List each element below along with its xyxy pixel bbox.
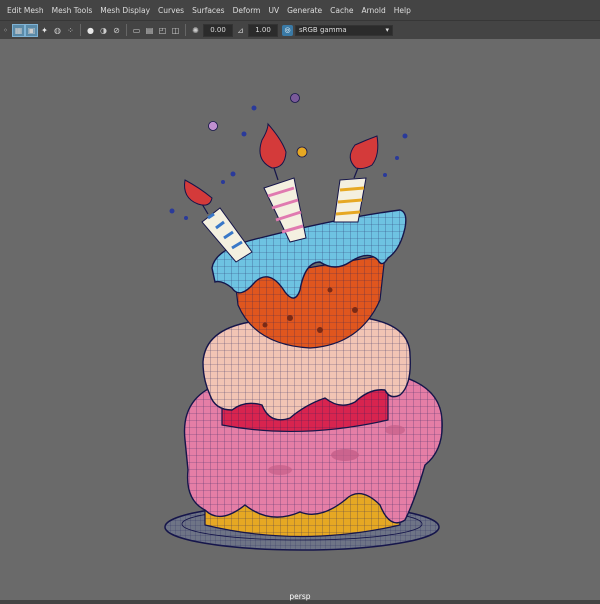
view-transform-value: sRGB gamma bbox=[299, 26, 347, 34]
candle-left bbox=[184, 179, 253, 263]
camera-icon[interactable]: ◦ bbox=[0, 25, 11, 36]
viewport-toolbar: ◦ ▦ ▣ ✦ ◍ ⁘ ● ◑ ⊘ ▭ ▤ ◰ ◫ ✺ 0.00 ⊿ 1.00 … bbox=[0, 21, 600, 39]
menu-mesh-tools[interactable]: Mesh Tools bbox=[48, 6, 97, 15]
wireframe-icon[interactable]: ▦ bbox=[12, 23, 25, 37]
candle-center bbox=[259, 122, 307, 243]
resolution-gate-icon[interactable]: ▭ bbox=[131, 25, 142, 36]
menu-deform[interactable]: Deform bbox=[229, 6, 265, 15]
field-chart-icon[interactable]: ◫ bbox=[170, 25, 181, 36]
menu-help[interactable]: Help bbox=[390, 6, 415, 15]
gate-mask-icon[interactable]: ◰ bbox=[157, 25, 168, 36]
candle-right bbox=[333, 135, 379, 223]
menu-arnold[interactable]: Arnold bbox=[357, 6, 389, 15]
gamma-field[interactable]: 1.00 bbox=[248, 23, 278, 37]
menu-bar: Edit Mesh Mesh Tools Mesh Display Curves… bbox=[0, 0, 600, 20]
smooth-shade-icon[interactable]: ● bbox=[85, 25, 96, 36]
safe-frame-icon[interactable]: ▤ bbox=[144, 25, 155, 36]
grid-icon[interactable]: ⁘ bbox=[65, 25, 76, 36]
light-icon[interactable]: ✦ bbox=[39, 25, 50, 36]
color-management-icon[interactable]: ◎ bbox=[282, 24, 293, 36]
menu-surfaces[interactable]: Surfaces bbox=[188, 6, 228, 15]
xray-icon[interactable]: ◑ bbox=[98, 25, 109, 36]
toolbar-divider bbox=[185, 24, 186, 36]
menu-edit-mesh[interactable]: Edit Mesh bbox=[0, 6, 48, 15]
isolate-select-icon[interactable]: ⊘ bbox=[111, 25, 122, 36]
toolbar-divider bbox=[126, 24, 127, 36]
view-transform-select[interactable]: sRGB gamma ▾ bbox=[295, 24, 393, 36]
cake-model bbox=[164, 93, 443, 551]
gamma-icon[interactable]: ⊿ bbox=[235, 25, 246, 36]
menu-uv[interactable]: UV bbox=[264, 6, 283, 15]
exposure-icon[interactable]: ✺ bbox=[190, 25, 201, 36]
shadow-icon[interactable]: ◍ bbox=[52, 25, 63, 36]
menu-mesh-display[interactable]: Mesh Display bbox=[96, 6, 154, 15]
menu-curves[interactable]: Curves bbox=[154, 6, 188, 15]
menu-cache[interactable]: Cache bbox=[326, 6, 357, 15]
wireframe-on-shaded-icon[interactable]: ▣ bbox=[25, 23, 38, 37]
exposure-field[interactable]: 0.00 bbox=[203, 23, 233, 37]
3d-viewport[interactable]: persp bbox=[0, 39, 600, 601]
menu-generate[interactable]: Generate bbox=[283, 6, 326, 15]
chevron-down-icon: ▾ bbox=[385, 26, 389, 34]
toolbar-divider bbox=[80, 24, 81, 36]
